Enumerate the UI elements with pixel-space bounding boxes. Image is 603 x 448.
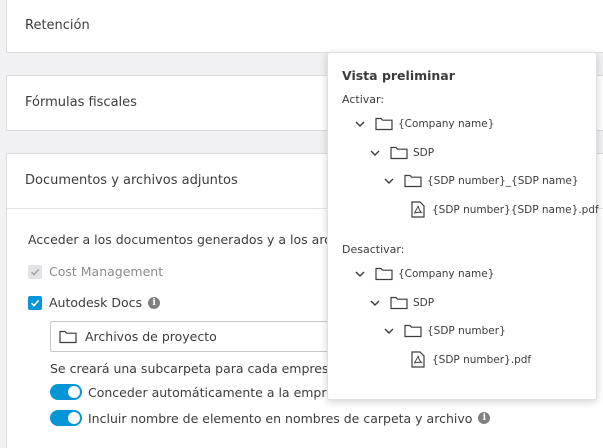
activate-label: Activar:: [342, 93, 385, 106]
autodesk-docs-option[interactable]: Autodesk Docs i: [28, 295, 161, 310]
check-icon: [30, 299, 40, 307]
section-title-retencion: Retención: [25, 18, 90, 33]
chevron-down-icon: [370, 300, 380, 306]
tree-item[interactable]: {SDP number}{SDP name}.pdf: [410, 201, 599, 218]
folder-icon: [404, 174, 422, 188]
folder-icon: [375, 117, 393, 131]
auto-grant-option: Conceder automáticamente a la empresa: [50, 384, 348, 400]
folder-icon: [59, 330, 77, 344]
folder-icon: [390, 296, 408, 310]
chevron-down-icon: [355, 271, 365, 277]
folder-picker[interactable]: Archivos de proyecto: [50, 321, 350, 352]
autodesk-docs-checkbox[interactable]: [28, 295, 42, 310]
tree-item-label: {SDP number}{SDP name}.pdf: [432, 203, 599, 216]
tree-item[interactable]: SDP: [369, 295, 434, 310]
access-description: Acceder a los documentos generados y a l…: [28, 232, 365, 247]
include-name-option: Incluir nombre de elemento en nombres de…: [50, 410, 491, 426]
folder-icon: [375, 267, 393, 281]
tree-item[interactable]: SDP: [369, 145, 434, 160]
auto-grant-label: Conceder automáticamente a la empresa: [88, 384, 349, 400]
section-title-formulas: Fórmulas fiscales: [25, 95, 137, 110]
chevron-down-icon: [384, 178, 394, 184]
include-name-label: Incluir nombre de elemento en nombres de…: [88, 410, 473, 426]
info-icon[interactable]: i: [148, 296, 161, 309]
cost-management-checkbox: [28, 264, 42, 279]
tree-item-label: {SDP number}_{SDP name}: [427, 174, 579, 187]
tree-item-label: SDP: [413, 296, 435, 309]
include-name-toggle[interactable]: [50, 410, 82, 426]
preview-title: Vista preliminar: [342, 68, 455, 83]
chevron-down-icon: [355, 121, 365, 127]
preview-popover: Vista preliminar Activar: {Company name}…: [327, 52, 599, 400]
info-icon[interactable]: i: [478, 412, 491, 424]
tree-item-label: {SDP number}.pdf: [432, 353, 532, 366]
pdf-file-icon: [411, 351, 425, 368]
auto-grant-toggle[interactable]: [50, 384, 82, 400]
tree-item-label: {SDP number}: [427, 324, 506, 337]
tree-item[interactable]: {Company name}: [354, 116, 494, 131]
check-icon: [30, 268, 40, 276]
chevron-down-icon: [370, 150, 380, 156]
autodesk-docs-label: Autodesk Docs: [49, 295, 143, 310]
tree-item[interactable]: {Company name}: [354, 266, 494, 281]
tree-item[interactable]: {SDP number}.pdf: [410, 351, 531, 368]
section-retencion[interactable]: Retención: [6, 0, 603, 53]
cost-management-option: Cost Management: [28, 264, 163, 279]
folder-icon: [404, 324, 422, 338]
section-title-documentos[interactable]: Documentos y archivos adjuntos: [25, 173, 238, 188]
folder-picker-value: Archivos de proyecto: [85, 329, 217, 344]
subfolder-note: Se creará una subcarpeta para cada empre…: [50, 361, 337, 376]
tree-item[interactable]: {SDP number}: [383, 323, 506, 338]
tree-item-label: {Company name}: [398, 267, 495, 280]
chevron-down-icon: [384, 328, 394, 334]
pdf-file-icon: [411, 201, 425, 218]
cost-management-label: Cost Management: [49, 264, 164, 279]
tree-item-label: {Company name}: [398, 117, 495, 130]
tree-item-label: SDP: [413, 146, 435, 159]
folder-icon: [390, 146, 408, 160]
deactivate-label: Desactivar:: [342, 243, 405, 256]
tree-item[interactable]: {SDP number}_{SDP name}: [383, 173, 579, 188]
